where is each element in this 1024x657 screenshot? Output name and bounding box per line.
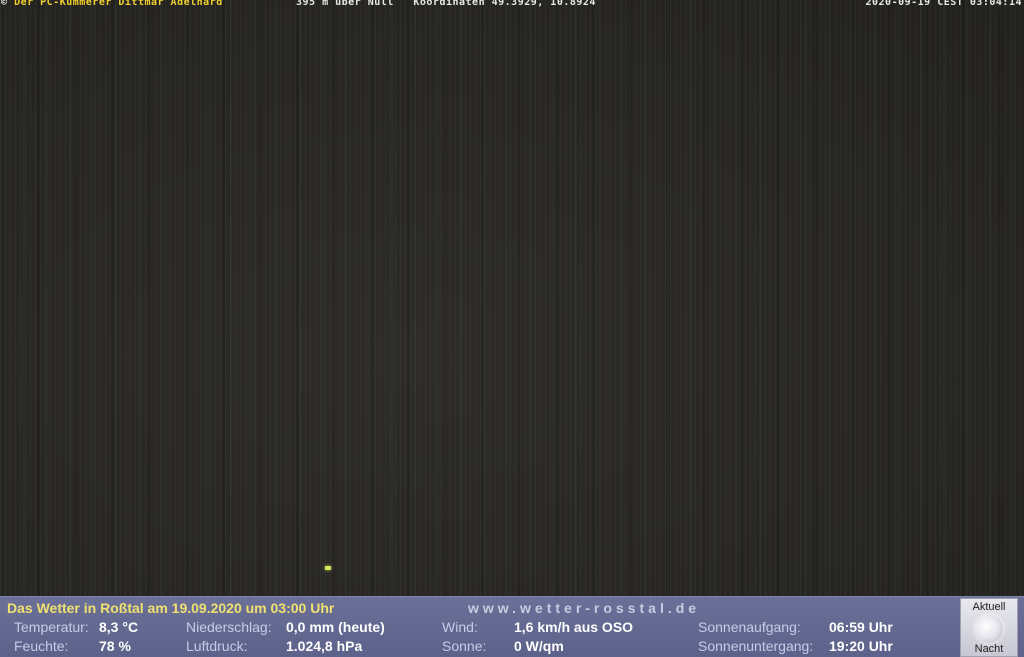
- copyright-icon: ©: [1, 0, 8, 8]
- light-spot: [325, 566, 331, 570]
- pressure-value: 1.024,8 hPa: [286, 638, 363, 654]
- sunset-value: 19:20 Uhr: [829, 638, 893, 654]
- humidity-label: Feuchte:: [14, 638, 69, 654]
- overlay-timestamp: 2020-09-19 CEST 03:04:14: [865, 0, 1022, 8]
- website-link[interactable]: www.wetter-rosstal.de: [468, 600, 700, 616]
- moon-icon: [975, 615, 1003, 643]
- weather-headline: Das Wetter in Roßtal am 19.09.2020 um 03…: [7, 600, 335, 616]
- temperature-value: 8,3 °C: [99, 619, 139, 635]
- sunrise-value: 06:59 Uhr: [829, 619, 893, 635]
- wind-value: 1,6 km/h aus OSO: [514, 619, 634, 635]
- moon-top-label: Aktuell: [972, 601, 1006, 613]
- pressure-label: Luftdruck:: [186, 638, 248, 654]
- wind-label: Wind:: [442, 619, 478, 635]
- sunset-label: Sonnenuntergang:: [698, 638, 814, 654]
- precipitation-value: 0,0 mm (heute): [286, 619, 385, 635]
- overlay-location: 395 m über Null Koordinaten 49.3929, 10.…: [296, 0, 596, 8]
- overlay-author: © Der PC-Kümmerer Dittmar Adelhard: [1, 0, 223, 9]
- moon-phase-box: Aktuell Nacht: [960, 598, 1018, 657]
- webcam-image: [0, 0, 1024, 596]
- sunrise-label: Sonnenaufgang:: [698, 619, 801, 635]
- moon-bottom-label: Nacht: [974, 643, 1004, 655]
- overlay-author-text: Der PC-Kümmerer Dittmar Adelhard: [14, 0, 223, 8]
- precipitation-label: Niederschlag:: [186, 619, 272, 635]
- sun-label: Sonne:: [442, 638, 487, 654]
- weather-panel: Das Wetter in Roßtal am 19.09.2020 um 03…: [0, 596, 1024, 657]
- humidity-value: 78 %: [99, 638, 131, 654]
- temperature-label: Temperatur:: [14, 619, 89, 635]
- sun-value: 0 W/qm: [514, 638, 564, 654]
